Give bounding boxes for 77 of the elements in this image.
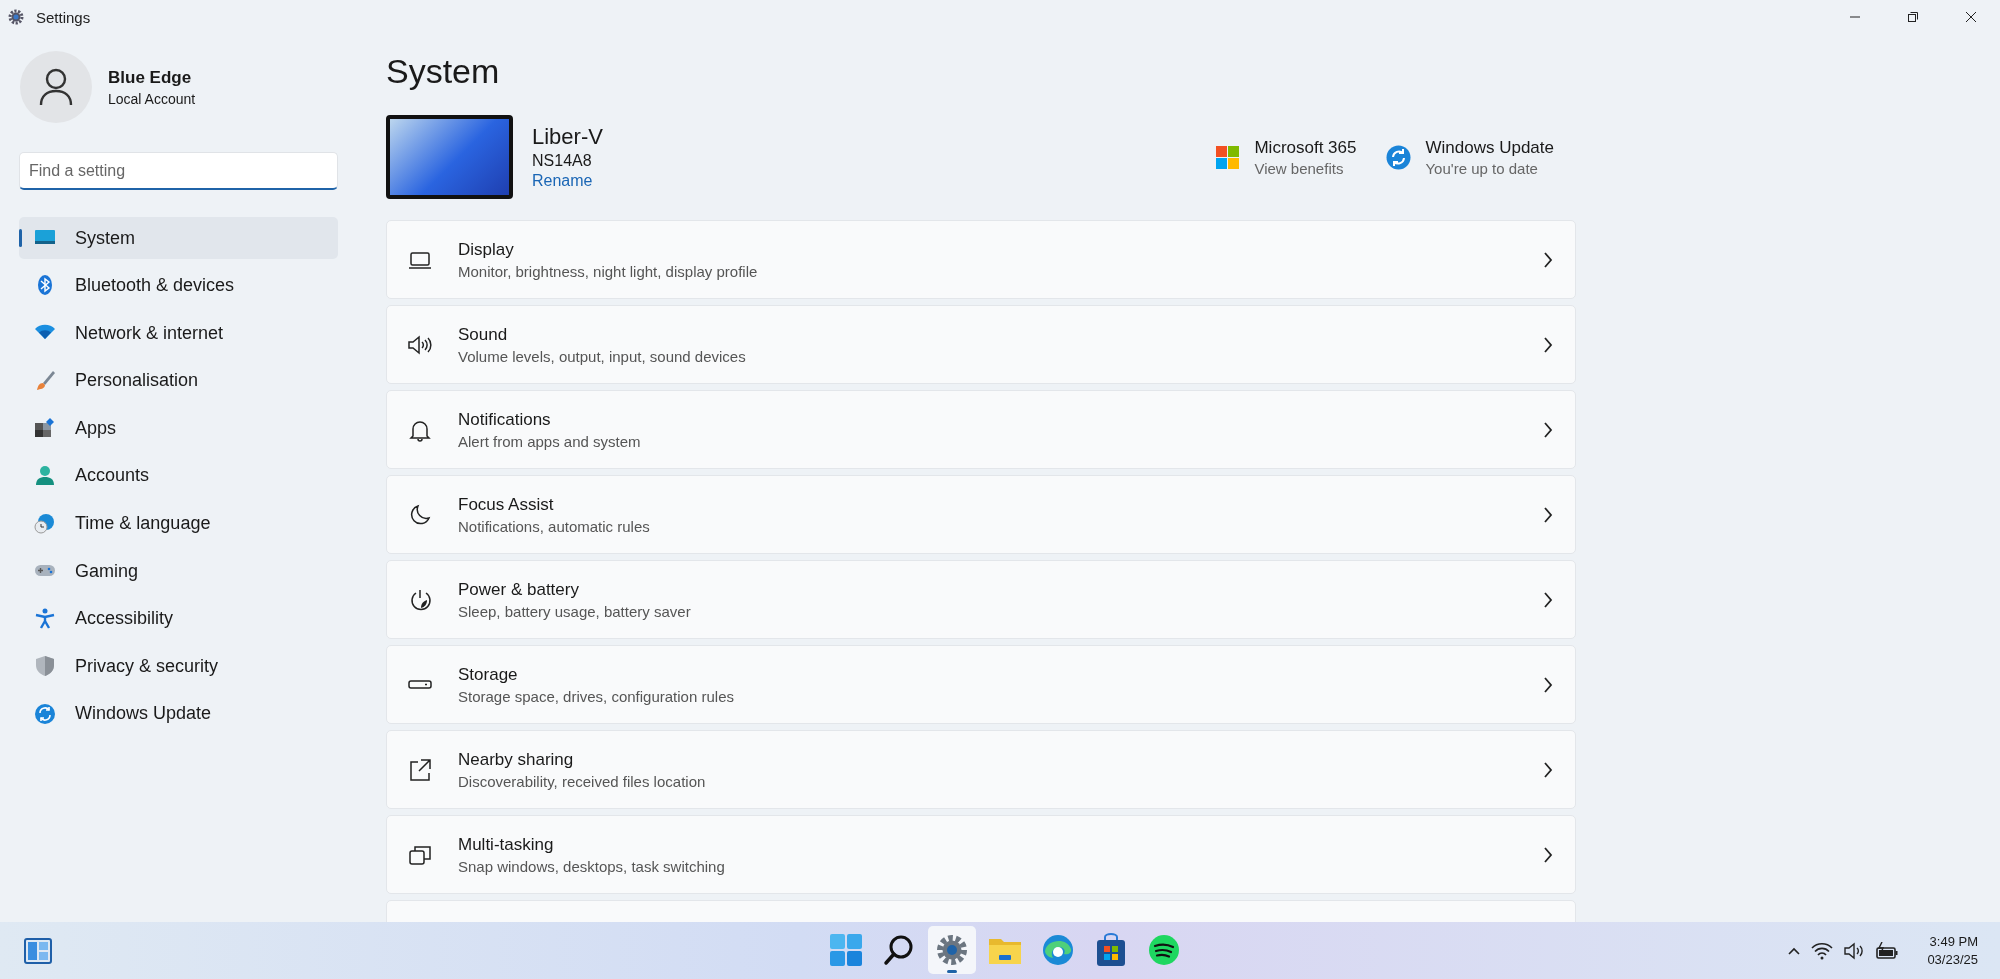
battery-charging-icon[interactable] — [1875, 941, 1900, 960]
card-title: Sound — [458, 324, 509, 345]
paintbrush-icon — [34, 369, 56, 392]
wifi-icon[interactable] — [1811, 941, 1834, 960]
speaker-icon[interactable] — [1843, 941, 1866, 960]
card-title: Multi-tasking — [458, 834, 555, 855]
nav-item[interactable]: Accounts — [19, 454, 338, 497]
close-icon — [1965, 11, 1977, 23]
clock-time[interactable]: 3:49 PM — [1929, 932, 1978, 951]
search-field[interactable]: Find a setting — [19, 152, 338, 190]
nav-item[interactable]: Network & internet — [19, 312, 338, 355]
chevron-right-icon — [1543, 250, 1553, 269]
nav-item[interactable]: Gaming — [19, 550, 338, 593]
restore-icon — [1907, 11, 1919, 23]
link-title[interactable]: Microsoft 365 — [1254, 137, 1357, 158]
settings-card[interactable]: Nearby sharing Discoverability, received files location — [386, 730, 1576, 809]
settings-card[interactable]: Notifications Alert from apps and system — [386, 390, 1576, 469]
link-subtitle: You're up to date — [1425, 159, 1539, 177]
card-title: Notifications — [458, 409, 552, 430]
person-icon — [34, 464, 56, 487]
nav-item[interactable]: System — [19, 217, 338, 259]
globe-clock-icon — [34, 512, 56, 535]
card-subtitle: Snap windows, desktops, task switching — [458, 857, 726, 875]
device-name: Liber-V — [532, 124, 603, 150]
card-subtitle: Monitor, brightness, night light, display profile — [458, 262, 759, 280]
card-subtitle: Discoverability, received files location — [458, 772, 707, 790]
nav-item[interactable]: Privacy & security — [19, 645, 338, 688]
card-subtitle: Notifications, automatic rules — [458, 517, 651, 535]
window-title: Settings — [36, 8, 91, 26]
chevron-right-icon — [1543, 845, 1553, 864]
chevron-right-icon — [1543, 335, 1553, 354]
settings-card[interactable]: Multi-tasking Snap windows, desktops, task switching — [386, 815, 1576, 894]
chevron-right-icon — [1543, 590, 1553, 609]
settings-card[interactable]: Power & battery Sleep, battery usage, battery saver — [386, 560, 1576, 639]
card-title: Power & battery — [458, 579, 580, 600]
share-icon — [407, 756, 433, 783]
page-title: System — [386, 52, 501, 91]
rename-link[interactable]: Rename — [532, 172, 603, 190]
settings-card[interactable]: Sound Volume levels, output, input, sound devices — [386, 305, 1576, 384]
settings-card[interactable]: Focus Assist Notifications, automatic rules — [386, 475, 1576, 554]
nav-item[interactable]: Bluetooth & devices — [19, 264, 338, 307]
card-subtitle: Volume levels, output, input, sound devices — [458, 347, 747, 365]
gear-icon — [8, 9, 24, 25]
card-title: Storage — [458, 664, 519, 685]
chevron-right-icon — [1543, 675, 1553, 694]
four-squares-logo-icon[interactable] — [1215, 144, 1241, 170]
card-title: Display — [458, 239, 515, 260]
drive-icon — [407, 680, 433, 689]
card-title: Focus Assist — [458, 494, 555, 515]
accessibility-icon — [34, 607, 56, 630]
sync-icon[interactable] — [1386, 144, 1412, 170]
nav-item[interactable]: Apps — [19, 407, 338, 450]
nav-item[interactable]: Windows Update — [19, 692, 338, 735]
chevron-right-icon — [1543, 420, 1553, 439]
minimize-icon — [1849, 16, 1861, 18]
shield-icon — [34, 655, 56, 678]
card-subtitle: Storage space, drives, configuration rules — [458, 687, 735, 705]
account-type: Local Account — [108, 90, 196, 107]
sync-icon — [34, 702, 56, 725]
apps-icon — [34, 417, 56, 440]
chevron-right-icon — [1543, 505, 1553, 524]
card-subtitle: Alert from apps and system — [458, 432, 642, 450]
chevron-right-icon — [1543, 760, 1553, 779]
link-title[interactable]: Windows Update — [1425, 137, 1554, 158]
nav-item[interactable]: Personalisation — [19, 359, 338, 402]
link-subtitle: View benefits — [1254, 159, 1345, 177]
nav-item[interactable]: Accessibility — [19, 597, 338, 640]
clock-date[interactable]: 03/23/25 — [1927, 950, 1978, 969]
start-icon — [827, 931, 865, 969]
account-name: Blue Edge — [108, 67, 193, 88]
card-title: Nearby sharing — [458, 749, 575, 770]
card-subtitle: Sleep, battery usage, battery saver — [458, 602, 692, 620]
chevron-up-icon[interactable] — [1787, 945, 1802, 956]
device-model: NS14A8 — [532, 152, 593, 170]
settings-card[interactable]: Display Monitor, brightness, night light, display profile — [386, 220, 1576, 299]
settings-card[interactable]: Storage Storage space, drives, configuration rules — [386, 645, 1576, 724]
nav-item[interactable]: Time & language — [19, 502, 338, 545]
